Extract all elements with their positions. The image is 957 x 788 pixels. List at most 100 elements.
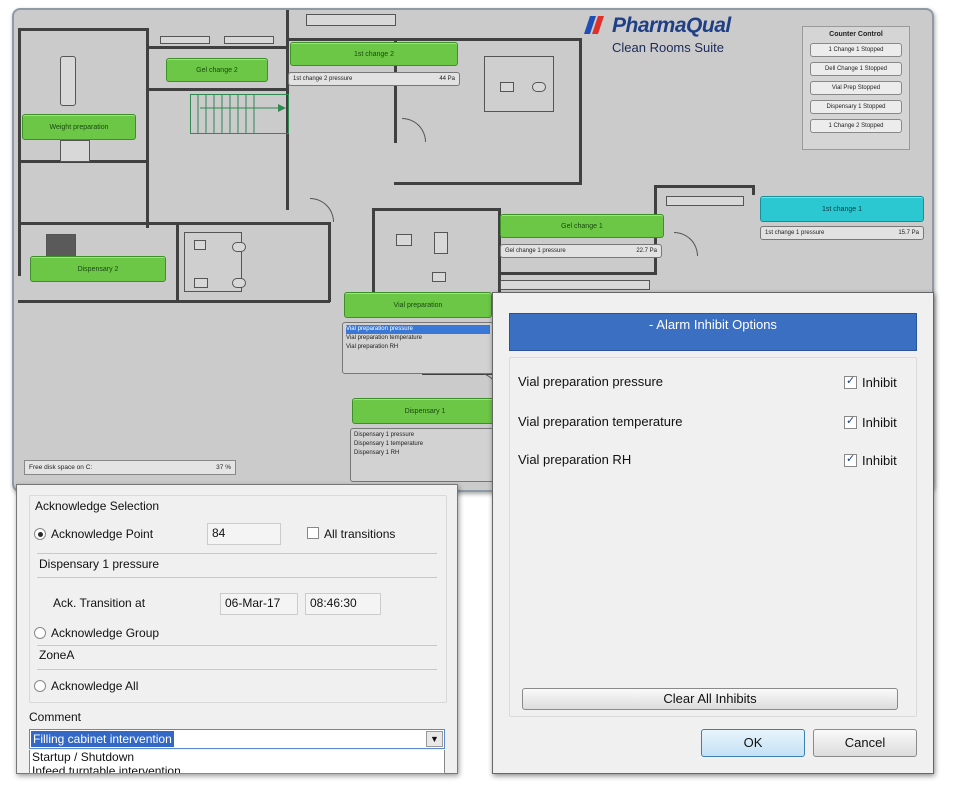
- acknowledge-group-label: Acknowledge Group: [51, 626, 160, 640]
- counter-button[interactable]: Vial Prep Stopped: [810, 81, 902, 95]
- wall: [146, 46, 286, 49]
- point-item[interactable]: Vial preparation pressure: [346, 325, 490, 334]
- pressure-readout[interactable]: 1st change 1 pressure 15.7 Pa: [760, 226, 924, 240]
- tank: [60, 56, 76, 106]
- room-1st-change-2[interactable]: 1st change 2: [290, 42, 458, 66]
- inhibit-options-group: Vial preparation pressure Inhibit Vial p…: [509, 357, 917, 717]
- divider: [37, 553, 437, 554]
- machine: [532, 82, 546, 92]
- comment-label: Comment: [29, 710, 82, 724]
- all-transitions-checkbox[interactable]: [307, 527, 319, 539]
- bench: [160, 36, 210, 44]
- room-dispensary-2[interactable]: Dispensary 2: [30, 256, 166, 282]
- inhibit-checkbox-label: Inhibit: [862, 453, 897, 468]
- point-number-field[interactable]: 84: [207, 523, 281, 545]
- counter-control-panel: Counter Control 1 Change 1 Stopped Dell …: [802, 26, 910, 150]
- divider: [37, 645, 437, 646]
- transition-time-field[interactable]: 08:46:30: [305, 593, 381, 615]
- wall: [372, 208, 500, 211]
- inhibit-checkbox[interactable]: [844, 452, 857, 467]
- readout-label: 1st change 1 pressure: [765, 230, 825, 236]
- pressure-readout[interactable]: 1st change 2 pressure 44 Pa: [288, 72, 460, 86]
- alarm-inhibit-dialog: - Alarm Inhibit Options Vial preparation…: [492, 292, 934, 774]
- counter-button[interactable]: 1 Change 1 Stopped: [810, 43, 902, 57]
- machine: [432, 272, 446, 282]
- divider: [37, 577, 437, 578]
- wall: [394, 182, 582, 185]
- point-item[interactable]: Vial preparation temperature: [346, 334, 490, 343]
- inhibit-checkbox[interactable]: [844, 374, 857, 389]
- readout-value: 22.7 Pa: [636, 248, 657, 254]
- disk-space-indicator: Free disk space on C: 37 %: [24, 460, 236, 475]
- machine: [232, 278, 246, 288]
- acknowledge-point-radio[interactable]: [34, 528, 46, 540]
- cabinet: [306, 14, 396, 26]
- inhibit-checkbox-label: Inhibit: [862, 415, 897, 430]
- dispensary-1-points: Dispensary 1 pressure Dispensary 1 tempe…: [350, 428, 500, 482]
- bench: [500, 280, 650, 290]
- counter-button[interactable]: Dell Change 1 Stopped: [810, 62, 902, 76]
- readout-label: 1st change 2 pressure: [293, 76, 353, 82]
- wall: [146, 28, 149, 228]
- point-item[interactable]: Dispensary 1 pressure: [354, 431, 496, 440]
- wall: [176, 222, 179, 302]
- transition-date-field[interactable]: 06-Mar-17: [220, 593, 298, 615]
- point-item[interactable]: Dispensary 1 RH: [354, 449, 496, 458]
- inhibit-row-label: Vial preparation pressure: [518, 374, 664, 389]
- counter-control-title: Counter Control: [829, 31, 883, 38]
- acknowledge-all-label: Acknowledge All: [51, 679, 139, 693]
- brand-name: PharmaQual: [612, 14, 731, 37]
- clear-all-inhibits-button[interactable]: Clear All Inhibits: [522, 688, 898, 710]
- pressure-readout[interactable]: Gel change 1 pressure 22.7 Pa: [500, 244, 662, 258]
- comment-value: Filling cabinet intervention: [31, 731, 174, 747]
- room-gel-change-2[interactable]: Gel change 2: [166, 58, 268, 82]
- wall: [500, 272, 656, 275]
- wall: [752, 185, 755, 195]
- scale: [60, 140, 90, 162]
- point-item[interactable]: Vial preparation RH: [346, 343, 490, 352]
- dialog-title: - Alarm Inhibit Options: [509, 313, 917, 351]
- acknowledge-group-radio[interactable]: [34, 627, 46, 639]
- room-vial-preparation[interactable]: Vial preparation: [344, 292, 492, 318]
- room-1st-change-1[interactable]: 1st change 1: [760, 196, 924, 222]
- dropdown-option[interactable]: Infeed turntable intervention: [30, 764, 444, 773]
- inhibit-row-label: Vial preparation temperature: [518, 414, 683, 429]
- cancel-button[interactable]: Cancel: [813, 729, 917, 757]
- wall: [286, 38, 582, 41]
- brand-subtitle: Clean Rooms Suite: [612, 40, 724, 55]
- acknowledge-all-radio[interactable]: [34, 680, 46, 692]
- inhibit-row-label: Vial preparation RH: [518, 452, 632, 467]
- wall: [328, 222, 331, 302]
- group-value: ZoneA: [39, 648, 75, 662]
- dropdown-option[interactable]: Startup / Shutdown: [30, 750, 444, 764]
- point-item[interactable]: Dispensary 1 temperature: [354, 440, 496, 449]
- transition-label: Ack. Transition at: [53, 596, 146, 610]
- selected-point-name: Dispensary 1 pressure: [39, 557, 160, 571]
- door-swing: [402, 118, 426, 142]
- stairs-icon: [190, 94, 289, 134]
- acknowledge-point-label: Acknowledge Point: [51, 527, 154, 541]
- all-transitions-label: All transitions: [324, 527, 396, 541]
- machine: [396, 234, 412, 246]
- counter-button[interactable]: 1 Change 2 Stopped: [810, 119, 902, 133]
- divider: [37, 669, 437, 670]
- counter-button[interactable]: Dispensary 1 Stopped: [810, 100, 902, 114]
- door-swing: [310, 198, 334, 222]
- readout-value: 44 Pa: [439, 76, 455, 82]
- disk-value: 37 %: [216, 464, 231, 471]
- room-gel-change-1[interactable]: Gel change 1: [500, 214, 664, 238]
- wall: [372, 208, 375, 294]
- bench: [224, 36, 274, 44]
- ok-button[interactable]: OK: [701, 729, 805, 757]
- chevron-down-icon[interactable]: ▼: [426, 731, 443, 747]
- room-weight-preparation[interactable]: Weight preparation: [22, 114, 136, 140]
- inhibit-checkbox[interactable]: [844, 414, 857, 429]
- machine: [434, 232, 448, 254]
- wall: [146, 88, 286, 91]
- acknowledge-panel: Acknowledge Selection Acknowledge Point …: [16, 484, 458, 774]
- comment-dropdown-list: Startup / Shutdown Infeed turntable inte…: [29, 750, 445, 774]
- machine: [500, 82, 514, 92]
- machine: [194, 278, 208, 288]
- comment-combobox[interactable]: Filling cabinet intervention ▼: [29, 729, 445, 749]
- room-dispensary-1[interactable]: Dispensary 1: [352, 398, 498, 424]
